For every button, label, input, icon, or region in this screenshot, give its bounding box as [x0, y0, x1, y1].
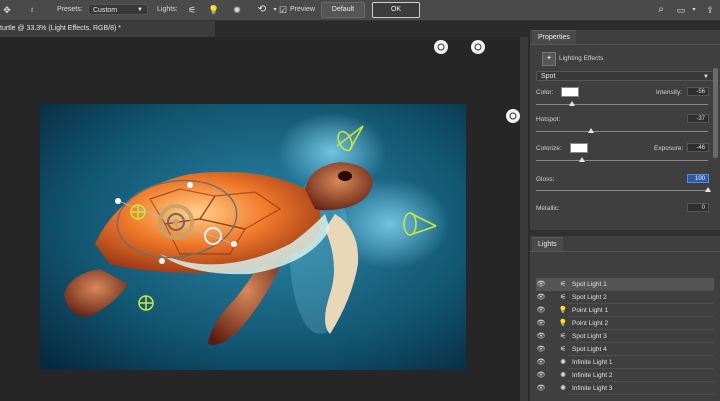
spot-light-icon: ⚟ [559, 281, 567, 288]
panel-divider [530, 230, 720, 236]
divider [530, 251, 720, 252]
list-item[interactable]: 👁 ✺ Infinite Light 2 [536, 369, 714, 382]
point-light-icon: 💡 [558, 320, 568, 327]
metallic-field[interactable]: 0 [687, 203, 709, 212]
color-label: Color: [536, 89, 554, 96]
spot-handle-top[interactable] [187, 182, 193, 188]
list-item[interactable]: 👁 ✺ Infinite Light 3 [536, 382, 714, 395]
properties-scrollbar[interactable] [713, 68, 718, 158]
share-icon[interactable]: ⇪ [704, 4, 716, 16]
eye-icon[interactable]: 👁 [536, 330, 546, 343]
eye-icon[interactable]: 👁 [536, 343, 546, 356]
workspace-icon[interactable]: ▭ [675, 4, 687, 16]
eye-icon[interactable]: 👁 [536, 291, 546, 304]
exposure-field[interactable]: -46 [687, 143, 709, 152]
infinite-light-handle-3[interactable] [506, 109, 520, 123]
infinite-light-icon: ✺ [560, 372, 566, 379]
intensity-field[interactable]: -56 [687, 87, 709, 96]
point-light-handle-1[interactable] [130, 204, 146, 220]
eye-icon[interactable]: 👁 [536, 356, 546, 369]
spot-handle-left[interactable] [115, 198, 121, 204]
list-item[interactable]: 👁 💡 Point Light 2 [536, 317, 714, 330]
exposure-slider-track[interactable] [536, 160, 708, 161]
hotspot-field[interactable]: -37 [687, 114, 709, 123]
gloss-slider-track[interactable] [536, 190, 708, 191]
exposure-label: Exposure: [654, 145, 684, 152]
eye-icon[interactable]: 👁 [536, 369, 546, 382]
light-type-value: Spot [541, 73, 556, 80]
list-item[interactable]: 👁 ⚟ Spot Light 4 [536, 343, 714, 356]
gloss-field[interactable]: 100 [687, 174, 709, 183]
exposure-slider-thumb[interactable] [579, 157, 586, 162]
lighting-effects-icon: ✦ [542, 52, 556, 66]
divider [530, 44, 720, 45]
list-item[interactable]: 👁 ✺ Infinite Light 1 [536, 356, 714, 369]
infinite-light-handle-2[interactable] [471, 40, 485, 54]
point-light-icon: 💡 [558, 307, 568, 314]
list-item[interactable]: 👁 ⚟ Spot Light 2 [536, 291, 714, 304]
metallic-label: Metallic: [536, 205, 560, 212]
tab-lights[interactable]: Lights [532, 237, 563, 252]
list-item[interactable]: 👁 💡 Point Light 1 [536, 304, 714, 317]
hotspot-slider-thumb[interactable] [588, 128, 595, 133]
chevron-down-icon: ▼ [703, 74, 709, 80]
spot-light-icon: ⚟ [559, 346, 567, 353]
light-type-dropdown[interactable]: Spot ▼ [536, 71, 714, 81]
hotspot-label: Hotspot: [536, 116, 561, 123]
chevron-down-icon[interactable]: ▾ [688, 4, 700, 16]
list-item[interactable]: 👁 ⚟ Spot Light 1 [536, 278, 714, 291]
spot-handle-bottom[interactable] [159, 258, 165, 264]
eye-icon[interactable]: 👁 [536, 304, 546, 317]
infinite-light-handle-1[interactable] [434, 40, 448, 54]
intensity-slider-thumb[interactable] [569, 101, 576, 106]
gloss-slider-thumb[interactable] [705, 187, 711, 192]
turtle-photo [40, 104, 466, 370]
turtle-image[interactable] [40, 104, 466, 370]
lighting-effects-heading: Lighting Effects [559, 55, 604, 62]
colorize-swatch[interactable] [570, 143, 588, 153]
intensity-slider-track[interactable] [536, 104, 708, 105]
eye-icon[interactable]: 👁 [536, 317, 546, 330]
hotspot-slider-track[interactable] [536, 131, 708, 132]
gloss-label: Gloss: [536, 176, 555, 183]
list-item[interactable]: 👁 ⚟ Spot Light 3 [536, 330, 714, 343]
infinite-light-icon: ✺ [560, 359, 566, 366]
colorize-label: Colorize: [536, 145, 562, 152]
eye-icon[interactable]: 👁 [536, 278, 546, 291]
eye-icon[interactable]: 👁 [536, 382, 546, 395]
spot-light-icon: ⚟ [559, 333, 567, 340]
spot-light-icon: ⚟ [559, 294, 567, 301]
intensity-label: Intensity: [656, 89, 683, 96]
spot-handle-right[interactable] [231, 241, 237, 247]
color-swatch[interactable] [561, 87, 579, 97]
infinite-light-icon: ✺ [560, 385, 566, 392]
tab-properties[interactable]: Properties [532, 30, 576, 45]
search-icon[interactable]: ⌕ [655, 4, 667, 16]
point-light-handle-2[interactable] [138, 295, 154, 311]
